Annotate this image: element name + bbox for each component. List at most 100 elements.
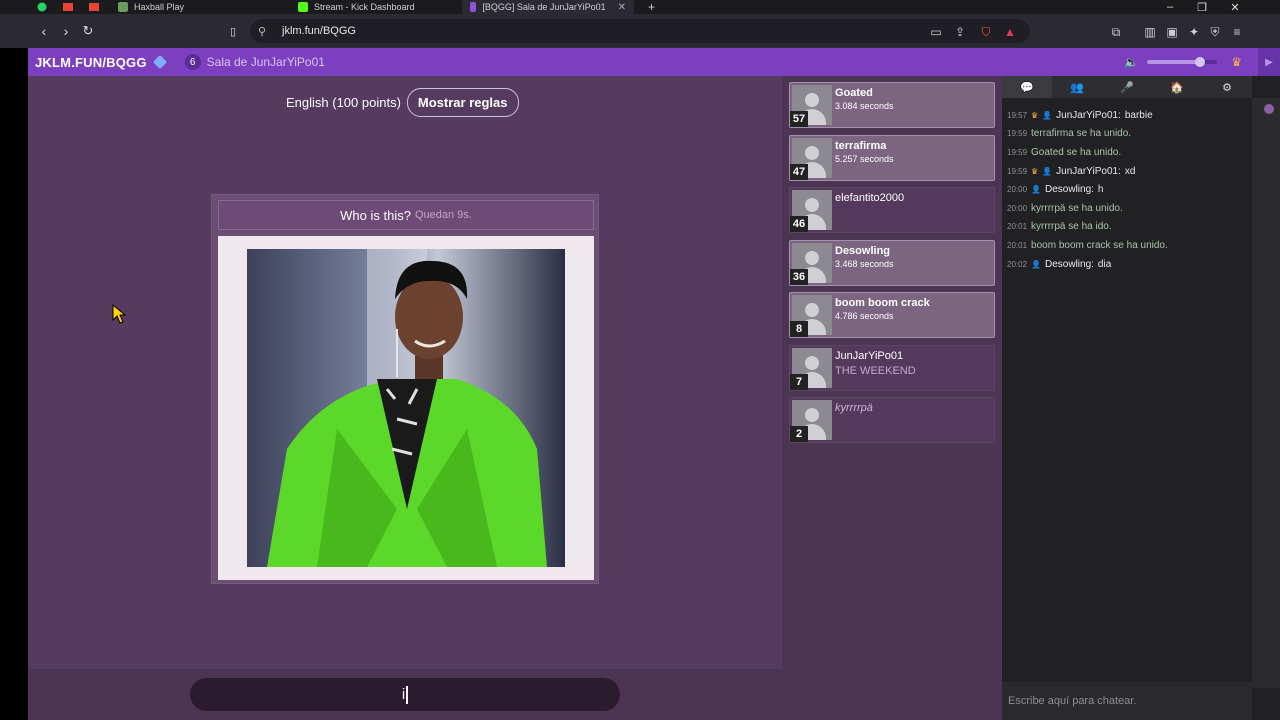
chat-colon: :: [1118, 165, 1121, 177]
tab-label: Haxball Play: [134, 2, 185, 12]
tab-haxball[interactable]: Haxball Play: [110, 0, 280, 14]
tab-room[interactable]: 🏠: [1152, 76, 1202, 98]
player-card[interactable]: 57 Goated 3.084 seconds: [789, 82, 995, 128]
tab-voice[interactable]: 🎤: [1102, 76, 1152, 98]
leo-icon[interactable]: ✦: [1186, 25, 1202, 39]
player-score: 57: [790, 111, 808, 127]
player-name: Desowling: [835, 244, 891, 257]
crown-icon: ♛: [1031, 110, 1039, 120]
cast-icon[interactable]: ▭: [928, 25, 944, 39]
user-icon: 👤: [1031, 259, 1041, 269]
chat-author[interactable]: JunJarYiPo01: [1056, 166, 1118, 177]
player-info: 4.786 seconds: [835, 311, 894, 321]
player-card[interactable]: 2 kyrrrrpä: [789, 397, 995, 443]
chat-timestamp: 19:59: [1007, 147, 1028, 157]
vpn-icon[interactable]: ⛨: [1207, 25, 1223, 40]
minimize-icon[interactable]: –: [1155, 0, 1185, 14]
reload-icon[interactable]: ↻: [77, 20, 99, 42]
player-score: 47: [790, 163, 808, 180]
chat-icon: 💬: [1020, 81, 1034, 94]
chat-input[interactable]: Escribe aquí para chatear.: [1002, 682, 1252, 720]
mouse-cursor-icon: [112, 304, 126, 324]
answer-input[interactable]: i: [190, 678, 620, 711]
text-caret: [406, 685, 409, 704]
back-icon[interactable]: ‹: [33, 20, 55, 42]
whatsapp-pinned-tab[interactable]: [34, 0, 50, 14]
question-image-frame: [218, 236, 594, 580]
tab-players[interactable]: 👥: [1052, 76, 1102, 98]
left-gutter: [0, 48, 28, 720]
player-info: 3.468 seconds: [835, 258, 894, 269]
volume-icon[interactable]: 🔈: [1124, 55, 1139, 69]
chat-author[interactable]: Desowling: [1045, 259, 1091, 270]
site-header: JKLM.FUN/BQGG 6 Sala de JunJarYiPo01 🔈 ♛…: [28, 48, 1280, 76]
player-card[interactable]: 36 Desowling 3.468 seconds: [789, 239, 995, 286]
player-score: 46: [790, 216, 808, 232]
tab-jklm-room[interactable]: [BQGG] Sala de JunJarYiPo01 ✕: [462, 0, 634, 14]
player-info: 5.257 seconds: [835, 153, 894, 164]
question-card: Who is this? Quedan 9s.: [211, 194, 599, 584]
bookmark-icon[interactable]: ▯: [222, 20, 244, 42]
user-icon: 👤: [1031, 185, 1041, 195]
show-rules-button[interactable]: Mostrar reglas: [406, 88, 519, 117]
share-icon[interactable]: ⇪: [952, 25, 968, 39]
gmail-icon: [89, 3, 99, 11]
close-tab-icon[interactable]: ✕: [618, 2, 626, 13]
question-text: Who is this?: [340, 207, 411, 223]
player-info: THE WEEKEND: [835, 364, 916, 377]
player-name: elefantito2000: [835, 192, 905, 204]
system-message: boom boom crack se ha unido.: [1031, 239, 1168, 251]
player-card[interactable]: 8 boom boom crack 4.786 seconds: [789, 292, 995, 338]
screenshot-icon[interactable]: ⧉: [1108, 25, 1124, 40]
haxball-favicon-icon: [118, 2, 128, 12]
restore-icon[interactable]: ❐: [1187, 0, 1217, 14]
chat-timestamp: 20:00: [1007, 185, 1028, 195]
volume-slider-knob[interactable]: [1194, 57, 1205, 67]
forward-icon[interactable]: ›: [55, 20, 77, 42]
brave-shield-icon[interactable]: ⛉: [978, 25, 994, 40]
volume-slider-fill: [1147, 60, 1200, 64]
chat-message: 20:01 boom boom crack se ha unido.: [1007, 236, 1247, 255]
rewards-icon[interactable]: ▲: [1002, 25, 1018, 39]
crown-icon: ♛: [1031, 166, 1039, 176]
chat-timestamp: 20:00: [1007, 203, 1028, 213]
question-photo: [247, 249, 565, 567]
player-card[interactable]: 7 JunJarYiPo01 THE WEEKEND: [789, 344, 995, 391]
menu-icon[interactable]: ≡: [1229, 25, 1245, 39]
player-card[interactable]: 47 terrafirma 5.257 seconds: [789, 134, 995, 181]
question-header: Who is this? Quedan 9s.: [218, 200, 594, 230]
address-bar[interactable]: ⚲ jklm.fun/BQGG: [250, 19, 1030, 43]
chat-scrollbar[interactable]: [1252, 98, 1280, 688]
rules-row: English (100 points) Mostrar reglas: [286, 88, 519, 117]
wallet-icon[interactable]: ▣: [1164, 25, 1180, 39]
sidebar-icon[interactable]: ▥: [1142, 25, 1158, 39]
player-info: 3.084 seconds: [835, 101, 894, 111]
player-score: 2: [790, 426, 808, 442]
language-label: English (100 points): [286, 95, 401, 110]
time-left: Quedan 9s.: [414, 209, 472, 221]
players-panel: 57 Goated 3.084 seconds 47 terrafirma 5.257 s…: [782, 76, 1002, 720]
crown-icon[interactable]: ♛: [1231, 55, 1242, 69]
gmail-pinned-tab-2[interactable]: [86, 0, 102, 14]
chat-author[interactable]: Desowling: [1045, 184, 1091, 195]
tab-chat[interactable]: 💬: [1002, 76, 1052, 98]
gear-icon: ⚙: [1222, 81, 1232, 94]
chat-author[interactable]: JunJarYiPo01: [1056, 110, 1118, 121]
tab-kick-dashboard[interactable]: Stream - Kick Dashboard: [290, 0, 460, 14]
new-tab-button[interactable]: +: [640, 0, 660, 14]
close-window-icon[interactable]: ✕: [1220, 0, 1250, 14]
mic-icon: 🎤: [1120, 81, 1134, 94]
chat-text: barbie: [1124, 109, 1153, 121]
gmail-pinned-tab[interactable]: [60, 0, 76, 14]
player-name: boom boom crack: [835, 297, 930, 309]
chat-message: 19:59 terrafirma se ha unido.: [1007, 125, 1247, 144]
site-title[interactable]: JKLM.FUN/BQGG: [35, 55, 147, 70]
player-card[interactable]: 46 elefantito2000: [789, 187, 995, 233]
gem-icon: [152, 54, 167, 70]
collapse-sidebar-icon[interactable]: ▶: [1258, 48, 1280, 76]
volume-slider[interactable]: [1147, 57, 1218, 67]
site-info-icon[interactable]: ⚲: [258, 25, 266, 38]
room-name: Sala de JunJarYiPo01: [206, 55, 325, 69]
tab-settings[interactable]: ⚙: [1202, 76, 1252, 98]
whatsapp-icon: [37, 2, 47, 12]
